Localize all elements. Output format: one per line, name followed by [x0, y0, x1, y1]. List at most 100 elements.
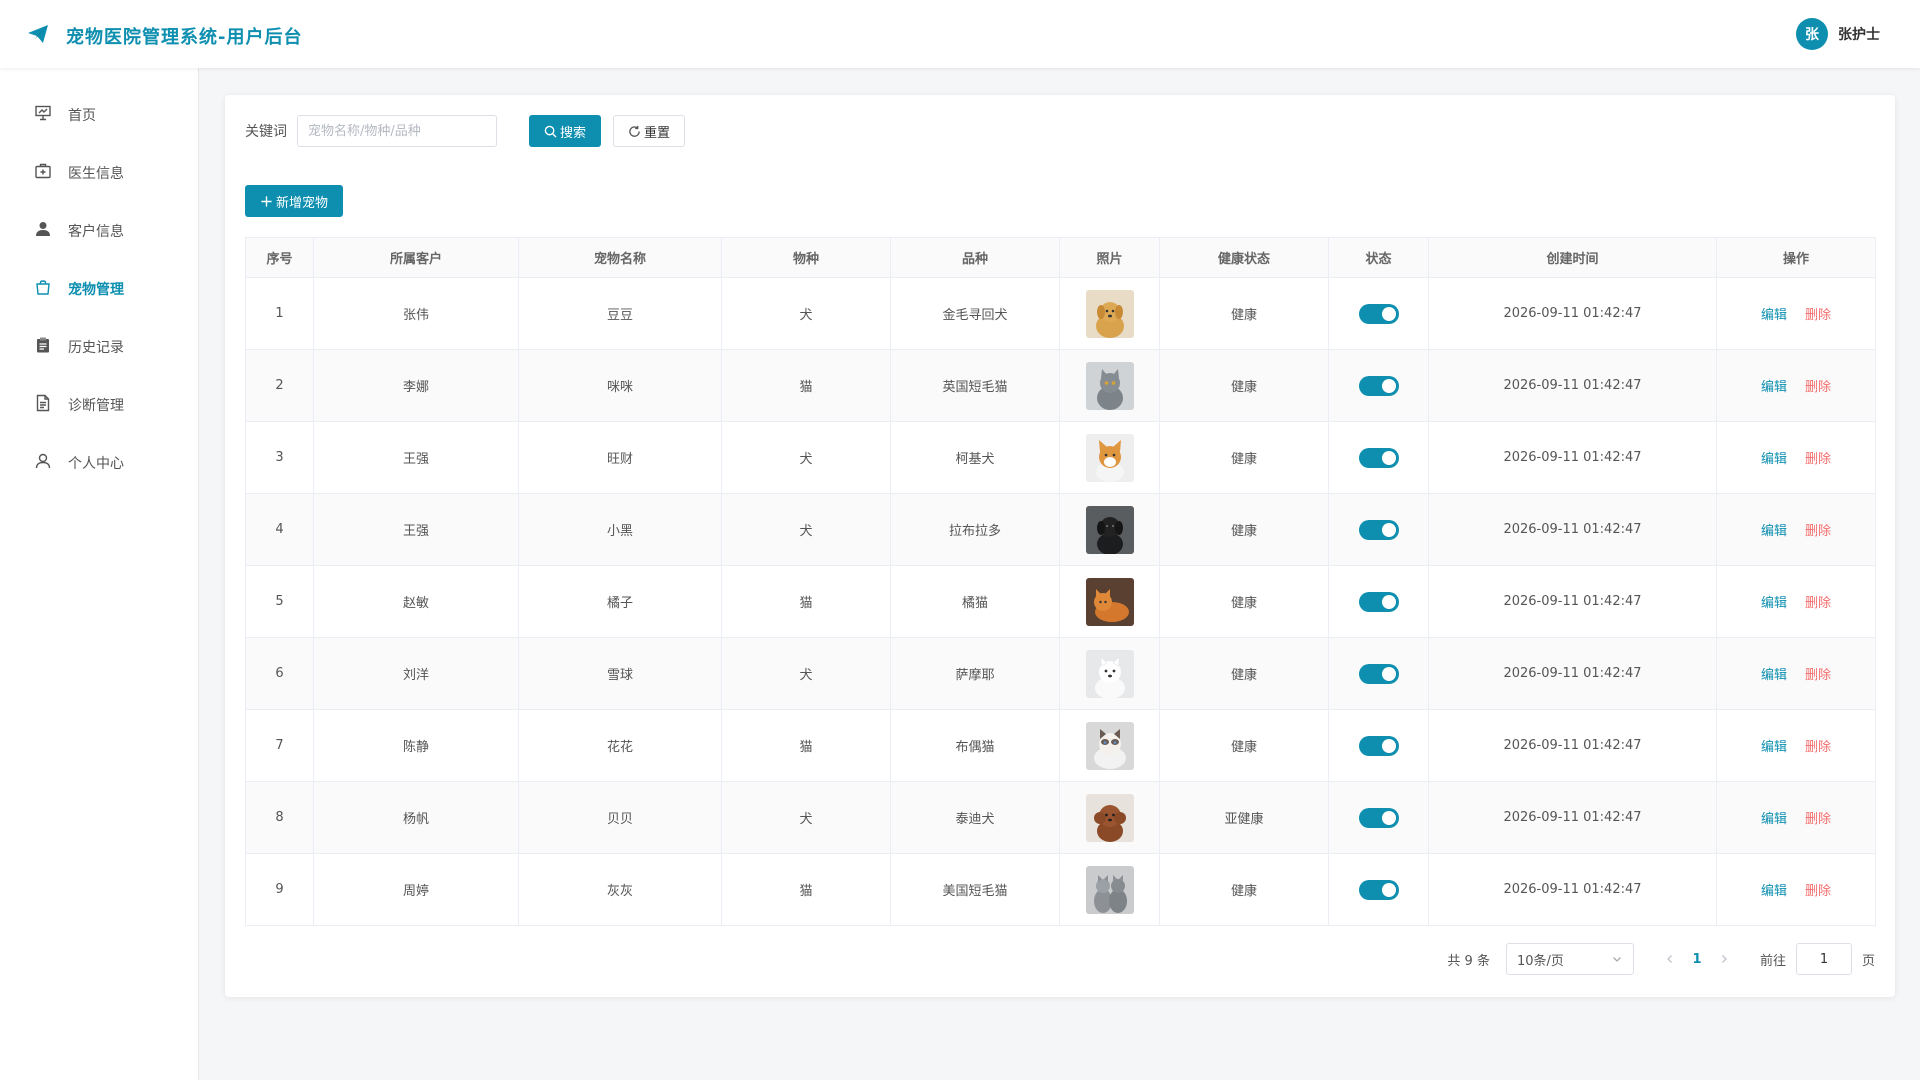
- prev-page-button[interactable]: [1658, 947, 1682, 971]
- page-number[interactable]: 1: [1682, 952, 1712, 967]
- document-icon: [34, 394, 52, 416]
- pet-photo[interactable]: [1085, 433, 1134, 482]
- edit-button[interactable]: 编辑: [1761, 812, 1787, 827]
- cell-health: 健康: [1159, 277, 1329, 350]
- cell-no: 9: [245, 853, 314, 926]
- delete-button[interactable]: 删除: [1805, 668, 1831, 683]
- cell-health: 健康: [1159, 853, 1329, 926]
- cell-status: [1328, 493, 1429, 566]
- delete-button[interactable]: 删除: [1805, 452, 1831, 467]
- cell-actions: 编辑 删除: [1716, 637, 1876, 710]
- delete-button[interactable]: 删除: [1805, 812, 1831, 827]
- pet-photo[interactable]: [1085, 289, 1134, 338]
- sidebar-item-label: 客户信息: [68, 224, 124, 240]
- cell-pet-name: 橘子: [518, 565, 722, 638]
- medical-kit-icon: [34, 162, 52, 184]
- cell-no: 8: [245, 781, 314, 854]
- page-size-select[interactable]: 10条/页: [1505, 943, 1634, 975]
- pagination: 共 9 条 10条/页 1 前往 页: [1447, 943, 1875, 975]
- status-toggle[interactable]: [1358, 807, 1399, 828]
- chevron-down-icon: [1613, 957, 1621, 962]
- goto-page-input[interactable]: [1795, 943, 1852, 975]
- app-title: 宠物医院管理系统-用户后台: [66, 27, 303, 48]
- table-row: 7 陈静 花花猫布偶猫 健康 2026-09-11 01:42:47 编辑 删除: [245, 709, 1876, 782]
- status-toggle[interactable]: [1358, 591, 1399, 612]
- cell-created: 2026-09-11 01:42:47: [1428, 637, 1717, 710]
- delete-button[interactable]: 删除: [1805, 308, 1831, 323]
- paper-plane-icon: [26, 22, 50, 50]
- cell-photo: [1059, 349, 1160, 422]
- table-row: 2 李娜 咪咪猫英国短毛猫 健康 2026-09-11 01:42:47 编辑 删除: [245, 349, 1876, 422]
- edit-button[interactable]: 编辑: [1761, 524, 1787, 539]
- delete-button[interactable]: 删除: [1805, 380, 1831, 395]
- reset-button[interactable]: 重置: [613, 115, 686, 147]
- status-toggle[interactable]: [1358, 303, 1399, 324]
- pet-photo[interactable]: [1085, 361, 1134, 410]
- sidebar-item-home[interactable]: 首页: [0, 86, 198, 144]
- status-toggle[interactable]: [1358, 879, 1399, 900]
- cell-no: 4: [245, 493, 314, 566]
- cell-health: 健康: [1159, 709, 1329, 782]
- cell-pet-name: 咪咪: [518, 349, 722, 422]
- cell-owner: 张伟: [313, 277, 519, 350]
- search-button[interactable]: 搜索: [529, 115, 602, 147]
- status-toggle[interactable]: [1358, 375, 1399, 396]
- user-icon: [34, 220, 52, 242]
- column-header: 照片: [1059, 237, 1160, 278]
- cell-owner: 杨帆: [313, 781, 519, 854]
- pet-photo[interactable]: [1085, 793, 1134, 842]
- table-row: 3 王强 旺财犬柯基犬 健康 2026-09-11 01:42:47 编辑 删除: [245, 421, 1876, 494]
- search-button-label: 搜索: [560, 125, 587, 141]
- add-pet-button[interactable]: 新增宠物: [245, 185, 344, 217]
- edit-button[interactable]: 编辑: [1761, 380, 1787, 395]
- delete-button[interactable]: 删除: [1805, 884, 1831, 899]
- sidebar-item-diagnosis[interactable]: 诊断管理: [0, 376, 198, 434]
- cell-status: [1328, 421, 1429, 494]
- cell-status: [1328, 853, 1429, 926]
- cell-species: 犬: [721, 781, 891, 854]
- cell-owner: 陈静: [313, 709, 519, 782]
- status-toggle[interactable]: [1358, 735, 1399, 756]
- status-toggle[interactable]: [1358, 663, 1399, 684]
- presentation-icon: [34, 104, 52, 126]
- cell-species: 犬: [721, 277, 891, 350]
- pet-photo[interactable]: [1085, 577, 1134, 626]
- sidebar-item-customers[interactable]: 客户信息: [0, 202, 198, 260]
- cell-owner: 王强: [313, 493, 519, 566]
- cell-no: 5: [245, 565, 314, 638]
- sidebar-item-profile[interactable]: 个人中心: [0, 434, 198, 492]
- plus-icon: [261, 195, 272, 207]
- delete-button[interactable]: 删除: [1805, 524, 1831, 539]
- pet-photo[interactable]: [1085, 865, 1134, 914]
- delete-button[interactable]: 删除: [1805, 740, 1831, 755]
- user-menu[interactable]: 张 张护士: [1796, 18, 1880, 50]
- logo[interactable]: 宠物医院管理系统-用户后台: [26, 22, 302, 50]
- pet-photo[interactable]: [1085, 721, 1134, 770]
- edit-button[interactable]: 编辑: [1761, 596, 1787, 611]
- delete-button[interactable]: 删除: [1805, 596, 1831, 611]
- column-header: 所属客户: [313, 237, 519, 278]
- pet-photo[interactable]: [1085, 505, 1134, 554]
- edit-button[interactable]: 编辑: [1761, 668, 1787, 683]
- pet-photo[interactable]: [1085, 649, 1134, 698]
- next-page-button[interactable]: [1712, 947, 1736, 971]
- cell-status: [1328, 277, 1429, 350]
- cell-breed: 拉布拉多: [890, 493, 1060, 566]
- cell-actions: 编辑 删除: [1716, 565, 1876, 638]
- cell-pet-name: 雪球: [518, 637, 722, 710]
- cell-created: 2026-09-11 01:42:47: [1428, 565, 1717, 638]
- edit-button[interactable]: 编辑: [1761, 452, 1787, 467]
- edit-button[interactable]: 编辑: [1761, 884, 1787, 899]
- sidebar-item-pets[interactable]: 宠物管理: [0, 260, 198, 318]
- status-toggle[interactable]: [1358, 519, 1399, 540]
- cell-health: 亚健康: [1159, 781, 1329, 854]
- status-toggle[interactable]: [1358, 447, 1399, 468]
- edit-button[interactable]: 编辑: [1761, 308, 1787, 323]
- page-size-value: 10条/页: [1516, 953, 1564, 969]
- cell-created: 2026-09-11 01:42:47: [1428, 781, 1717, 854]
- edit-button[interactable]: 编辑: [1761, 740, 1787, 755]
- sidebar-item-history[interactable]: 历史记录: [0, 318, 198, 376]
- sidebar-item-doctors[interactable]: 医生信息: [0, 144, 198, 202]
- keyword-input[interactable]: [297, 115, 497, 147]
- sidebar-item-label: 医生信息: [68, 166, 124, 182]
